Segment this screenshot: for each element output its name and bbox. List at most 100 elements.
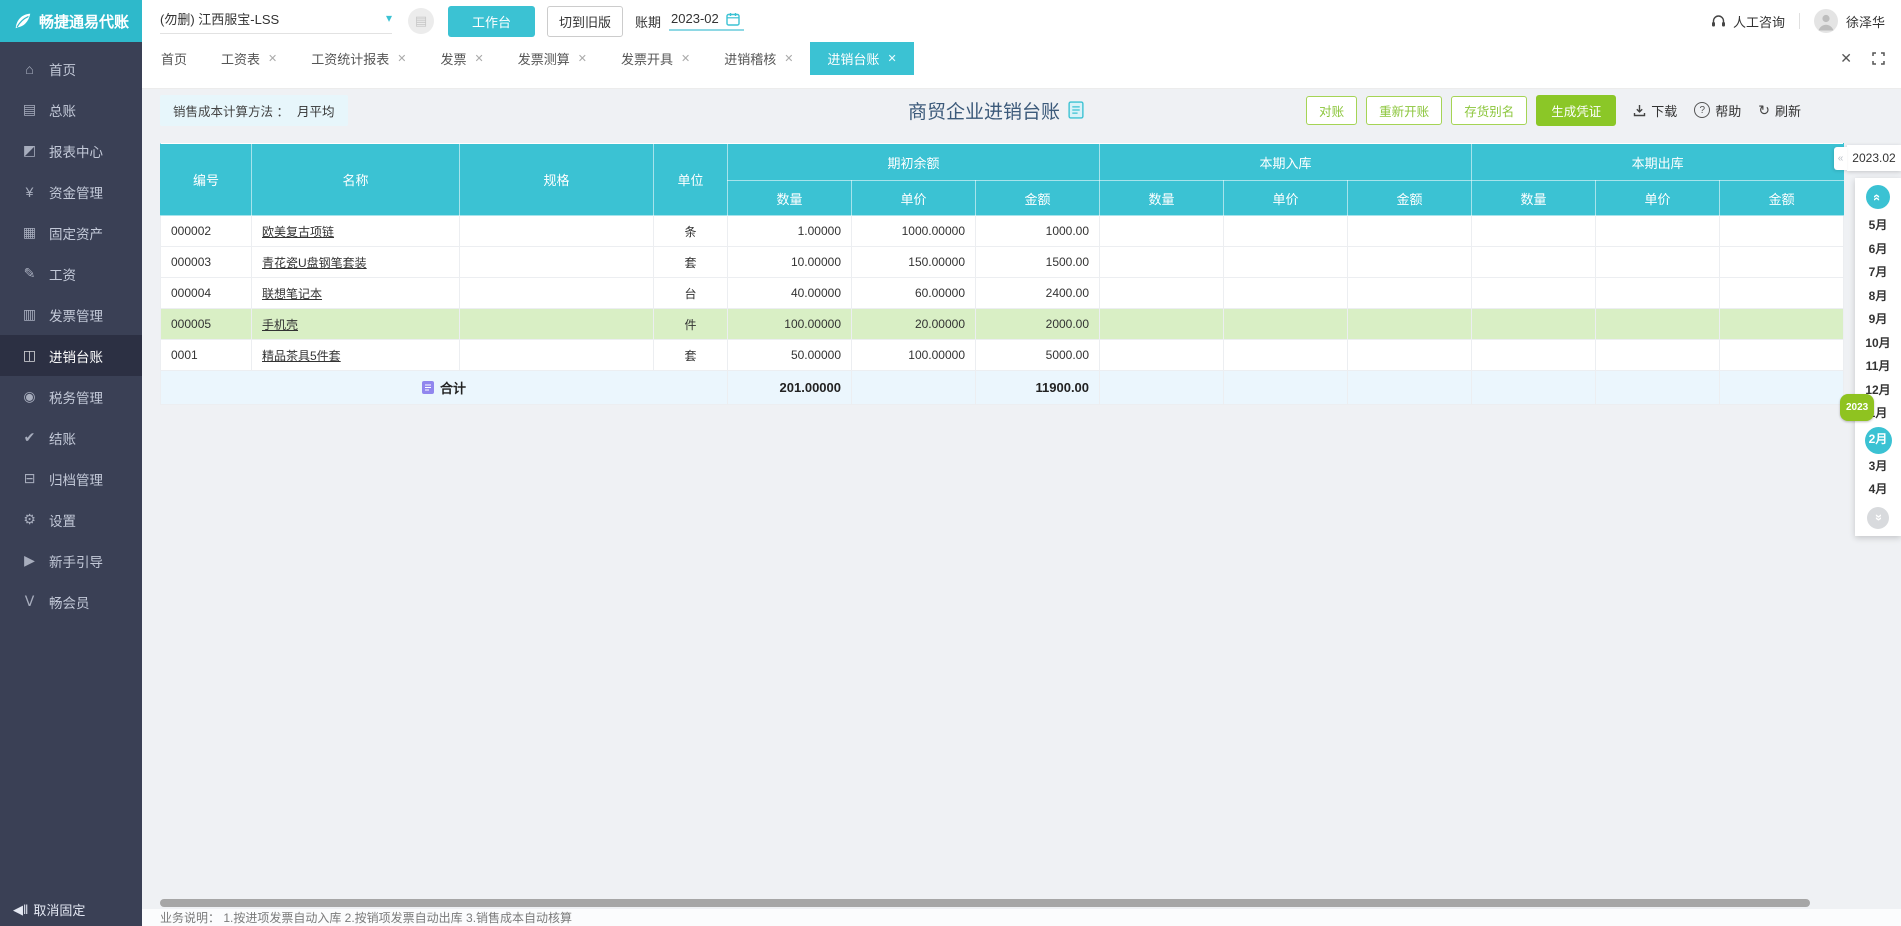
month-item-11月[interactable]: 11月 [1855,355,1901,379]
table-row[interactable]: 000004 联想笔记本 台 40.00000 60.00000 2400.00 [160,277,1845,309]
cell-value [1719,339,1845,371]
close-tab-icon[interactable]: ✕ [268,52,277,65]
month-selector: «5月 6月 7月 8月 9月 10月 11月 12月 2023 1月 2月 3月 4月 « [1840,178,1901,536]
selected-month-circle: 2月 [1864,426,1892,454]
unpin-sidebar-button[interactable]: ◀‖ 取消固定 [13,900,85,919]
app-window: 畅捷通易代账 (勿删) 江西服宝-LSS ▾ ▤ 工作台 切到旧版 账期 202… [0,0,1901,926]
cell-spec [459,246,654,278]
table-row[interactable]: 0001 精品茶具5件套 套 50.00000 100.00000 5000.00 [160,339,1845,371]
close-tab-icon[interactable]: ✕ [475,52,484,65]
cell-value [1595,246,1721,278]
tab-payroll-report[interactable]: 工资统计报表 ✕ [294,42,423,75]
sidebar-item-fixed-assets[interactable]: ▦ 固定资产 [0,212,142,253]
sidebar-item-report-center[interactable]: ◩ 报表中心 [0,130,142,171]
sidebar-item-tax[interactable]: ◉ 税务管理 [0,376,142,417]
tab-label: 进销稽核 [724,52,777,67]
cell-value: 60.00000 [851,277,976,309]
sidebar-item-settings[interactable]: ⚙ 设置 [0,499,142,540]
month-item-5月[interactable]: 5月 [1855,214,1901,238]
summary-icon [421,381,434,394]
tab-inout-audit[interactable]: 进销稽核 ✕ [707,42,810,75]
close-tab-icon[interactable]: ✕ [784,52,793,65]
table-row[interactable]: 000003 青花瓷U盘钢笔套装 套 10.00000 150.00000 1500.00 [160,246,1845,278]
reconcile-button[interactable]: 对账 [1306,95,1358,125]
tab-invoice-issue[interactable]: 发票开具 ✕ [604,42,707,75]
close-tab-icon[interactable]: ✕ [887,52,896,65]
sidebar-item-member[interactable]: Ⅴ 畅会员 [0,581,142,622]
chevron-down-icon: ▾ [385,11,392,25]
sidebar-item-archive[interactable]: ⊟ 归档管理 [0,458,142,499]
cell-value [1595,308,1721,340]
period-value: 2023-02 [671,11,719,26]
horizontal-scrollbar[interactable] [160,899,1810,907]
page-title-text: 商贸企业进销台账 [908,101,1061,123]
sidebar: ⌂ 首页 ▤ 总账 ◩ 报表中心 ¥ 资金管理 ▦ 固定资产 ✎ 工资 ▥ 发票管理 ◫ 进销台账 ◉ 税务管理 ✔… [0,42,142,926]
cell-value: 1500.00 [974,246,1101,278]
month-item-6月[interactable]: 6月 [1855,238,1901,262]
month-item-1月[interactable]: 2023 1月 [1840,394,1901,426]
document-icon[interactable] [1068,101,1084,119]
switch-old-version-button[interactable]: 切到旧版 [547,5,624,37]
month-item-4月[interactable]: 4月 [1855,478,1901,502]
total-label-text: 合计 [439,381,466,396]
group-header: 本期出库 [1471,143,1845,181]
close-tab-icon[interactable]: ✕ [681,52,690,65]
support-button[interactable]: 人工咨询 [1711,12,1785,31]
cell-value [1099,215,1225,247]
month-item-3月[interactable]: 3月 [1855,455,1901,479]
close-tab-icon[interactable]: ✕ [578,52,587,65]
download-button[interactable]: 下载 [1633,101,1677,120]
unpin-label: 取消固定 [33,903,86,918]
period-picker[interactable]: 2023-02 [669,11,744,31]
table-body: 000002 欧美复古项链条 1.00000 1000.00000 1000.00 000… [160,215,1845,405]
month-item-8月[interactable]: 8月 [1855,285,1901,309]
sidebar-item-guide[interactable]: ▶ 新手引导 [0,540,142,581]
generate-voucher-button[interactable]: 生成凭证 [1536,94,1617,126]
scroll-months-down-button[interactable]: « [1867,506,1889,529]
sidebar-item-payroll[interactable]: ✎ 工资 [0,253,142,294]
account-selector[interactable]: (勿删) 江西服宝-LSS ▾ [160,9,392,34]
month-item-2月[interactable]: 2月 [1855,426,1901,455]
close-tabs-icon[interactable]: ✕ [1840,50,1852,67]
total-value [851,370,976,405]
reopen-button[interactable]: 重新开账 [1366,95,1443,125]
sidebar-item-funds[interactable]: ¥ 资金管理 [0,171,142,212]
user-menu[interactable]: 徐泽华 [1813,9,1885,33]
month-item-9月[interactable]: 9月 [1855,308,1901,332]
sidebar-item-home[interactable]: ⌂ 首页 [0,48,142,89]
collapse-month-panel-handle[interactable]: « [1834,147,1847,170]
sub-header: 金额 [974,180,1101,216]
workbench-button[interactable]: 工作台 [448,5,536,37]
table-row[interactable]: 000005 手机壳 件 100.00000 20.00000 2000.00 [160,308,1845,340]
scroll-months-up-button[interactable]: « [1866,185,1890,209]
tab-invoice[interactable]: 发票 ✕ [423,42,500,75]
refresh-button[interactable]: ↻ 刷新 [1758,101,1801,120]
tab-invoice-calc[interactable]: 发票测算 ✕ [501,42,604,75]
tab-home[interactable]: 首页 [144,42,204,75]
sidebar-item-closing[interactable]: ✔ 结账 [0,417,142,458]
tab-inout-ledger[interactable]: 进销台账 ✕ [810,42,914,75]
sidebar-item-label: 资金管理 [49,185,103,201]
item-name-link[interactable]: 联想笔记本 [262,287,322,301]
table-row[interactable]: 000002 欧美复古项链 条 1.00000 1000.00000 1000.00 [160,215,1845,247]
sidebar-item-label: 设置 [49,513,76,529]
sub-header: 单价 [1223,180,1349,216]
help-button[interactable]: ? 帮助 [1694,101,1741,120]
fullscreen-icon[interactable] [1872,52,1885,65]
cell-name: 欧美复古项链 [251,215,460,247]
tab-payroll-sheet[interactable]: 工资表 ✕ [204,42,294,75]
close-tab-icon[interactable]: ✕ [397,52,406,65]
cell-code: 000004 [160,277,252,309]
clipboard-icon[interactable]: ▤ [408,8,434,34]
sidebar-item-invoice[interactable]: ▥ 发票管理 [0,294,142,335]
sidebar-item-purchase-sale-ledger[interactable]: ◫ 进销台账 [0,335,142,376]
stock-alias-button[interactable]: 存货别名 [1451,95,1528,125]
sidebar-item-general-ledger[interactable]: ▤ 总账 [0,89,142,130]
month-item-10月[interactable]: 10月 [1855,332,1901,356]
sidebar-item-label: 新手引导 [49,554,103,570]
item-name-link[interactable]: 精品茶具5件套 [262,349,341,363]
item-name-link[interactable]: 欧美复古项链 [262,225,334,239]
item-name-link[interactable]: 青花瓷U盘钢笔套装 [262,256,367,270]
item-name-link[interactable]: 手机壳 [262,318,298,332]
month-item-7月[interactable]: 7月 [1855,261,1901,285]
